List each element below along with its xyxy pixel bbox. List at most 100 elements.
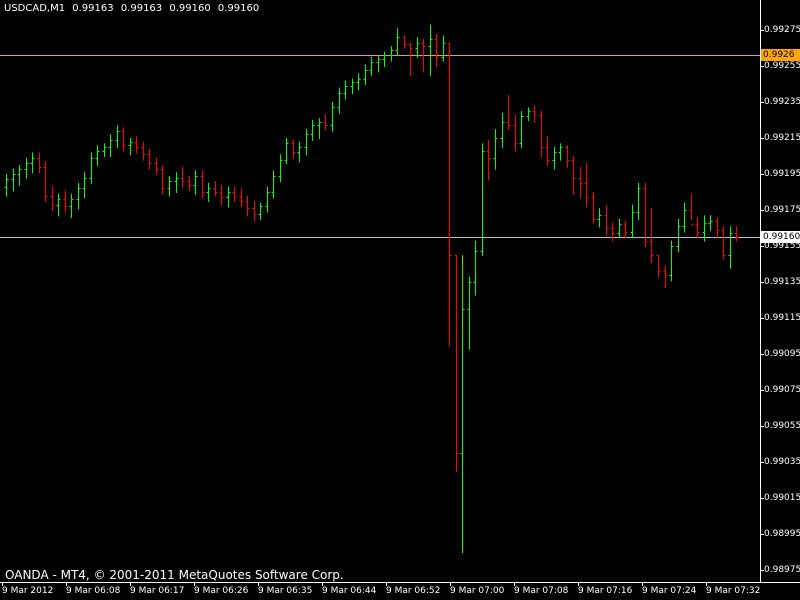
ohlc-bar [486,139,491,181]
ohlc-bar [187,175,192,192]
ohlc-bar [728,226,733,269]
ohlc-bar [356,73,361,91]
ohlc-bar [565,145,570,168]
ohlc-bar [467,276,472,350]
ohlc-bar [506,94,511,130]
price-tick-label: 0.99275 [764,24,800,35]
ohlc-bar [17,165,22,186]
ohlc-bar [128,138,133,156]
price-tick-label: 0.99095 [764,348,800,359]
ohlc-bar [323,114,328,130]
ohlc-bar [513,114,518,152]
ohlc-bar [369,57,374,76]
time-tick-label: 9 Mar 2012 [2,586,54,596]
ohlc-bar [350,78,355,94]
ohlc-bar [102,143,107,157]
ohlc-bar [630,204,635,238]
ohlc-bar [532,105,537,123]
ohlc-bar [558,143,563,161]
price-chart[interactable] [0,0,800,600]
ohlc-bar [317,118,322,139]
price-tick-label: 0.99075 [764,384,800,395]
time-tick-label: 9 Mar 07:32 [706,586,761,596]
ohlc-bar [193,170,198,195]
copyright-text: OANDA - MT4, © 2001-2011 MetaQuotes Soft… [5,568,344,582]
ohlc-bar [206,183,211,202]
ohlc-bar [330,102,335,132]
ohlc-bar [343,80,348,100]
ohlc-bar [160,165,165,195]
ohlc-bar [591,192,596,224]
ohlc-bar [363,64,368,85]
ohlc-bar [689,193,694,225]
time-tick-label: 9 Mar 06:17 [130,586,185,596]
time-tick-label: 9 Mar 06:52 [386,586,441,596]
ohlc-bar [584,163,589,208]
ohlc-bar [24,157,29,179]
ohlc-bar [454,255,459,472]
ohlc-bar [76,183,81,210]
ohlc-bar [480,143,485,256]
ohlc-bar [147,148,152,170]
ohlc-low: 0.99160 [169,3,211,14]
ohlc-bar [154,157,159,175]
ohlc-bar [337,87,342,114]
price-tick-label: 0.99195 [764,168,800,179]
ohlc-bar [69,193,74,219]
ohlc-bar [395,28,400,57]
ohlc-bar [473,240,478,296]
ohlc-bar [526,107,531,121]
ohlc-bar [500,112,505,148]
ohlc-bar [56,193,61,217]
ohlc-bar [460,255,465,553]
time-tick-label: 9 Mar 06:35 [258,586,313,596]
time-tick-label: 9 Mar 06:08 [66,586,121,596]
ohlc-bar [539,111,544,157]
ohlc-bar [200,170,205,199]
ohlc-bar [545,136,550,166]
price-tick-label: 0.99055 [764,420,800,431]
ohlc-bar [408,42,413,76]
ohlc-bar [310,120,315,141]
ohlc-bar [441,35,446,62]
ohlc-bar [304,129,309,156]
ask-price-tag: 0.9926 [761,49,800,61]
ohlc-bar [265,186,270,213]
price-tick-label: 0.99015 [764,492,800,503]
ohlc-bar [649,208,654,264]
time-tick-label: 9 Mar 07:08 [514,586,569,596]
ohlc-bar [252,201,257,222]
ohlc-bar [63,190,68,213]
ohlc-bar [571,156,576,195]
ohlc-bar [213,181,218,197]
time-tick-label: 9 Mar 07:16 [578,586,633,596]
ohlc-bar [434,33,439,67]
ohlc-bar [180,166,185,188]
ohlc-bar [519,111,524,148]
ohlc-bar [89,152,94,184]
time-tick-label: 9 Mar 07:00 [450,586,505,596]
ohlc-bar [610,222,615,242]
ohlc-bar [271,170,276,199]
ohlc-bar [167,175,172,197]
ohlc-bar [141,141,146,161]
bid-price-tag: 0.99160 [761,231,800,243]
ohlc-bar [415,37,420,58]
ohlc-bar [715,217,720,238]
ohlc-open: 0.99163 [72,3,114,14]
ohlc-bar [623,220,628,238]
ohlc-bar [402,35,407,49]
ohlc-bar [597,208,602,228]
price-tick-label: 0.99215 [764,132,800,143]
ohlc-bar [389,46,394,62]
ohlc-bar [4,174,9,197]
ohlc-bar [291,139,296,159]
ohlc-bar [447,42,452,346]
ohlc-bar [219,184,224,206]
ohlc-bar [278,154,283,183]
ohlc-bar [226,186,231,208]
ohlc-bar [669,240,674,282]
chart-window[interactable]: USDCAD,M1 0.99163 0.99163 0.99160 0.9916… [0,0,800,600]
ohlc-bar [134,136,139,154]
time-tick-label: 9 Mar 07:24 [642,586,697,596]
